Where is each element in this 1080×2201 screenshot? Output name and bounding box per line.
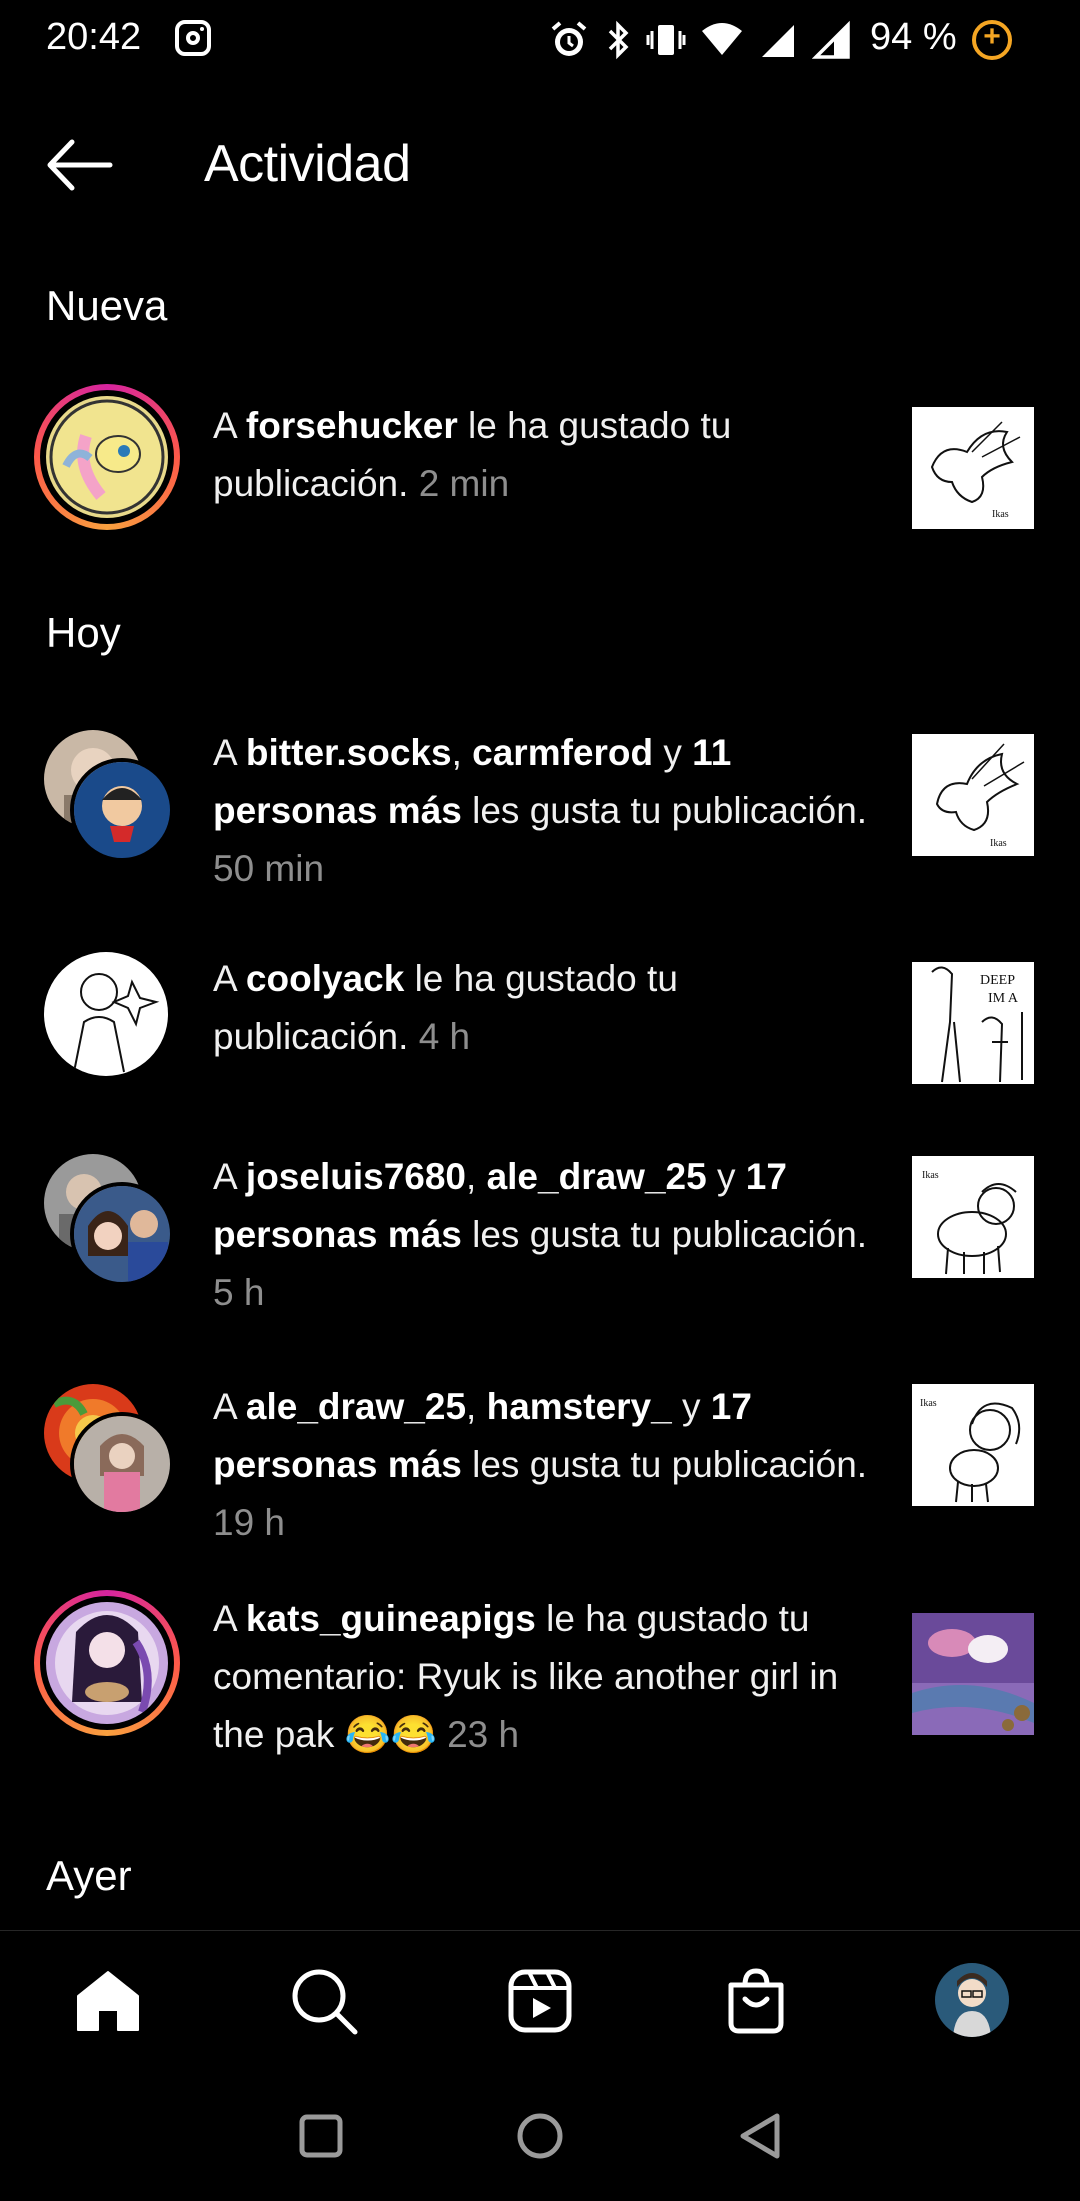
post-thumbnail[interactable]: Ikas — [912, 1156, 1034, 1278]
section-title-yesterday: Ayer — [46, 1852, 132, 1899]
timestamp: 4 h — [418, 1016, 471, 1057]
nav-shop[interactable] — [716, 1961, 796, 2041]
nav-reels[interactable] — [500, 1961, 580, 2041]
search-icon — [292, 1969, 358, 2035]
signal-icon-2 — [812, 20, 850, 59]
timestamp: 23 h — [447, 1714, 520, 1755]
vibrate-icon — [646, 25, 686, 55]
status-bar: 20:42 94 % — [0, 0, 1080, 80]
notification-row[interactable]: A ale_draw_25, hamstery_ y 17 personas m… — [0, 1378, 1080, 1552]
username[interactable]: hamstery_ — [487, 1386, 672, 1427]
username[interactable]: coolyack — [246, 958, 404, 999]
signal-icon — [762, 25, 794, 57]
avatar-image — [70, 758, 174, 862]
post-thumbnail[interactable]: Ikas — [912, 407, 1034, 529]
back-nav-button[interactable] — [730, 2106, 790, 2166]
notification-text: A joseluis7680, ale_draw_25 y 17 persona… — [213, 1156, 868, 1313]
svg-text:Ikas: Ikas — [992, 509, 1009, 520]
page-title: Actividad — [204, 135, 411, 193]
notification-row[interactable]: A bitter.socks, carmferod y 11 personas … — [0, 724, 1080, 898]
notification-row[interactable]: A forsehucker le ha gustado tu publicaci… — [0, 384, 1080, 530]
status-icons — [548, 18, 852, 62]
notification-row[interactable]: A joseluis7680, ale_draw_25 y 17 persona… — [0, 1148, 1080, 1322]
timestamp: 50 min — [213, 848, 325, 889]
notification-row[interactable]: A coolyack le ha gustado tu publicación.… — [0, 950, 1080, 1086]
section-title-new: Nueva — [46, 282, 168, 329]
avatar-image — [46, 396, 168, 518]
avatar[interactable] — [34, 1590, 180, 1736]
svg-text:Ikas: Ikas — [922, 1170, 939, 1181]
shop-icon — [728, 1968, 784, 2034]
svg-text:Ikas: Ikas — [920, 1398, 937, 1409]
notification-text: A coolyack le ha gustado tu publicación.… — [213, 958, 678, 1057]
timestamp: 2 min — [418, 463, 510, 504]
status-time: 20:42 — [46, 16, 142, 58]
arrow-left-icon — [47, 139, 113, 191]
timestamp: 19 h — [213, 1502, 286, 1543]
bluetooth-icon — [608, 20, 629, 60]
nav-search[interactable] — [284, 1961, 364, 2041]
notification-text: A forsehucker le ha gustado tu publicaci… — [213, 405, 732, 504]
profile-avatar[interactable] — [935, 1963, 1009, 2037]
avatar-image — [70, 1182, 174, 1286]
wifi-icon — [702, 23, 742, 55]
recents-button[interactable] — [291, 2106, 351, 2166]
notification-text: A bitter.socks, carmferod y 11 personas … — [213, 732, 868, 889]
timestamp: 5 h — [213, 1272, 265, 1313]
post-thumbnail[interactable]: Ikas — [912, 1384, 1034, 1506]
post-thumbnail[interactable]: Ikas — [912, 734, 1034, 856]
avatar-image — [44, 952, 168, 1076]
triangle-back-icon — [740, 2113, 780, 2159]
username[interactable]: joseluis7680 — [246, 1156, 466, 1197]
username[interactable]: bitter.socks — [246, 732, 452, 773]
circle-icon — [517, 2113, 563, 2159]
avatar-stack[interactable] — [34, 1382, 180, 1528]
battery-saver-icon — [972, 20, 1012, 60]
avatar-image — [70, 1412, 174, 1516]
svg-text:IM A: IM A — [988, 991, 1019, 1006]
battery-level: 94 % — [870, 16, 957, 58]
username[interactable]: carmferod — [472, 732, 653, 773]
notification-text: A kats_guineapigs le ha gustado tu comen… — [213, 1598, 839, 1755]
system-navigation — [0, 2070, 1080, 2201]
svg-text:DEEP: DEEP — [980, 973, 1015, 988]
username[interactable]: ale_draw_25 — [246, 1386, 466, 1427]
square-icon — [299, 2114, 343, 2158]
section-title-today: Hoy — [46, 609, 121, 656]
svg-text:Ikas: Ikas — [990, 838, 1007, 849]
instagram-icon — [175, 20, 211, 56]
username[interactable]: forsehucker — [246, 405, 458, 446]
home-button[interactable] — [510, 2106, 570, 2166]
avatar[interactable] — [34, 950, 180, 1096]
header: Actividad — [0, 110, 1080, 220]
notification-text: A ale_draw_25, hamstery_ y 17 personas m… — [213, 1386, 868, 1543]
avatar-stack[interactable] — [34, 1152, 180, 1298]
avatar-image — [46, 1602, 168, 1724]
nav-home[interactable] — [68, 1961, 148, 2041]
notification-row[interactable]: A kats_guineapigs le ha gustado tu comen… — [0, 1590, 1080, 1764]
username[interactable]: kats_guineapigs — [246, 1598, 536, 1639]
alarm-icon — [551, 21, 587, 56]
back-button[interactable] — [40, 130, 120, 200]
post-thumbnail[interactable]: DEEP IM A — [912, 962, 1034, 1084]
post-thumbnail[interactable] — [912, 1613, 1034, 1735]
bottom-navigation — [0, 1930, 1080, 2070]
username[interactable]: ale_draw_25 — [487, 1156, 707, 1197]
avatar-stack[interactable] — [34, 728, 180, 874]
reels-icon — [508, 1969, 572, 2033]
home-icon — [77, 1971, 139, 2031]
avatar[interactable] — [34, 384, 180, 530]
